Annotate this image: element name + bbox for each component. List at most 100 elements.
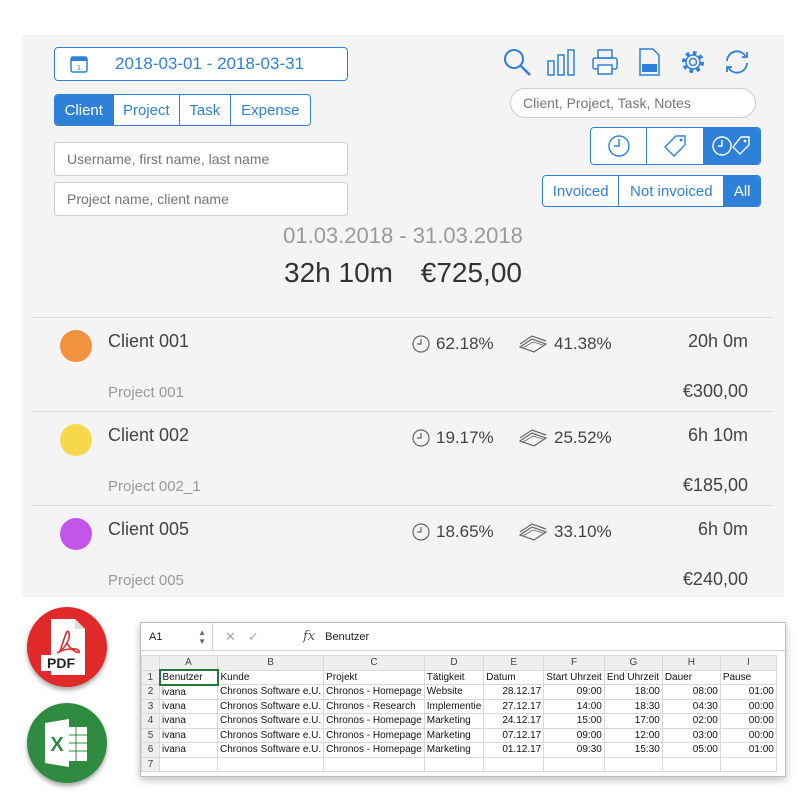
printer-icon[interactable] [590,47,620,77]
sheet-cell[interactable]: Chronos - Homepage [323,713,425,729]
column-header[interactable]: A [159,655,218,671]
sheet-cell[interactable]: ivana [159,684,218,700]
sheet-corner[interactable] [141,655,160,671]
sheet-cell[interactable]: 12:00 [603,727,663,743]
sheet-cell[interactable]: Marketing [423,713,485,729]
sheet-cell[interactable]: 27.12.17 [483,698,545,714]
sheet-cell[interactable]: Pause [719,669,777,685]
sheet-cell[interactable]: 08:00 [661,684,721,700]
cancel-icon[interactable]: ✕ [225,629,236,645]
sheet-cell[interactable]: Chronos - Homepage [323,727,425,743]
column-header[interactable]: I [719,655,777,671]
row-header[interactable]: 6 [141,742,160,758]
sheet-cell[interactable]: 28.12.17 [483,684,545,700]
sheet-cell[interactable]: Kunde [216,669,325,685]
sheet-cell[interactable]: 18:00 [603,684,663,700]
sheet-cell[interactable]: End Uhrzeit [603,669,663,685]
cell-reference[interactable]: A1 ▲ ▼ [141,623,213,650]
confirm-icon[interactable]: ✓ [248,629,259,645]
sheet-cell[interactable]: ivana [159,727,218,743]
sheet-cell[interactable]: ivana [159,713,218,729]
sheet-cell[interactable]: 01:00 [719,742,777,758]
sheet-cell[interactable]: Datum [483,669,545,685]
sheet-cell[interactable] [719,756,777,772]
sheet-cell[interactable]: Tätigkeit [423,669,485,685]
row-header[interactable]: 3 [141,698,160,714]
sheet-cell[interactable]: Dauer [661,669,721,685]
sheet-cell[interactable]: Website [423,684,485,700]
column-header[interactable]: F [543,655,605,671]
column-header[interactable]: E [483,655,545,671]
sheet-cell[interactable]: Chronos - Research [323,698,425,714]
date-range-button[interactable]: 1 2018-03-01 - 2018-03-31 [54,47,348,81]
search-icon[interactable] [502,47,532,77]
toggle-money[interactable] [647,128,704,164]
sheet-cell[interactable]: Start Uhrzeit [543,669,605,685]
filter-invoiced[interactable]: Invoiced [543,176,620,206]
sheet-cell[interactable]: Chronos - Homepage [323,684,425,700]
sheet-cell[interactable] [603,756,663,772]
sheet-cell[interactable]: Chronos - Homepage [323,742,425,758]
sheet-cell[interactable]: 01.12.17 [483,742,545,758]
sheet-cell[interactable] [483,756,545,772]
sheet-cell[interactable]: Implementie [423,698,485,714]
sheet-cell[interactable]: Chronos Software e.U. [216,742,325,758]
filter-not-invoiced[interactable]: Not invoiced [619,176,725,206]
sheet-cell[interactable]: 15:00 [543,713,605,729]
column-header[interactable]: D [423,655,485,671]
column-header[interactable]: B [216,655,325,671]
sheet-cell[interactable]: 09:00 [543,727,605,743]
sheet-cell[interactable]: 15:30 [603,742,663,758]
client-row[interactable]: Client 001 62.18% 41.38% 20h 0m Project … [32,317,774,411]
sheet-cell[interactable]: 00:00 [719,713,777,729]
refresh-icon[interactable] [722,47,752,77]
column-header[interactable]: C [323,655,425,671]
sheet-cell[interactable]: Chronos Software e.U. [216,698,325,714]
csv-file-icon[interactable] [634,47,664,77]
username-filter-input[interactable] [54,142,348,176]
filter-all[interactable]: All [724,176,760,206]
row-header[interactable]: 1 [141,669,160,685]
project-filter-input[interactable] [54,182,348,216]
sheet-cell[interactable]: Marketing [423,742,485,758]
sheet-cell[interactable]: 00:00 [719,727,777,743]
sheet-cell[interactable]: 14:00 [543,698,605,714]
toggle-time-and-money[interactable] [703,128,760,164]
row-header[interactable]: 2 [141,684,160,700]
sheet-cell[interactable]: Chronos Software e.U. [216,727,325,743]
tab-task[interactable]: Task [180,95,231,125]
row-header[interactable]: 7 [141,756,160,772]
gear-icon[interactable] [678,47,708,77]
sheet-cell[interactable]: Chronos Software e.U. [216,713,325,729]
sheet-cell[interactable]: 05:00 [661,742,721,758]
sheet-cell[interactable]: Projekt [323,669,425,685]
sheet-cell[interactable]: 01:00 [719,684,777,700]
sheet-cell[interactable] [216,756,325,772]
client-row[interactable]: Client 005 18.65% 33.10% 6h 0m Project 0… [32,505,774,599]
sheet-cell[interactable] [661,756,721,772]
sheet-cell[interactable]: ivana [159,742,218,758]
sheet-cell[interactable]: Marketing [423,727,485,743]
row-header[interactable]: 4 [141,713,160,729]
tab-project[interactable]: Project [114,95,181,125]
client-row[interactable]: Client 002 19.17% 25.52% 6h 10m Project … [32,411,774,505]
sheet-cell[interactable]: 02:00 [661,713,721,729]
sheet-cell[interactable]: ivana [159,698,218,714]
sheet-cell[interactable]: 18:30 [603,698,663,714]
sheet-cell[interactable]: 04:30 [661,698,721,714]
sheet-cell[interactable]: 07.12.17 [483,727,545,743]
sheet-cell[interactable]: Benutzer [158,669,219,686]
sheet-cell[interactable] [323,756,425,772]
sheet-cell[interactable]: 00:00 [719,698,777,714]
sheet-cell[interactable]: 09:30 [543,742,605,758]
sheet-cell[interactable]: Chronos Software e.U. [216,684,325,700]
sheet-cell[interactable] [543,756,605,772]
toggle-time[interactable] [591,128,648,164]
function-icon[interactable]: fx [303,629,315,644]
row-header[interactable]: 5 [141,727,160,743]
pdf-export-button[interactable]: PDF [27,607,107,687]
bar-chart-icon[interactable] [546,47,576,77]
sheet-cell[interactable]: 09:00 [543,684,605,700]
sheet-cell[interactable] [423,756,485,772]
sheet-cell[interactable]: 24.12.17 [483,713,545,729]
